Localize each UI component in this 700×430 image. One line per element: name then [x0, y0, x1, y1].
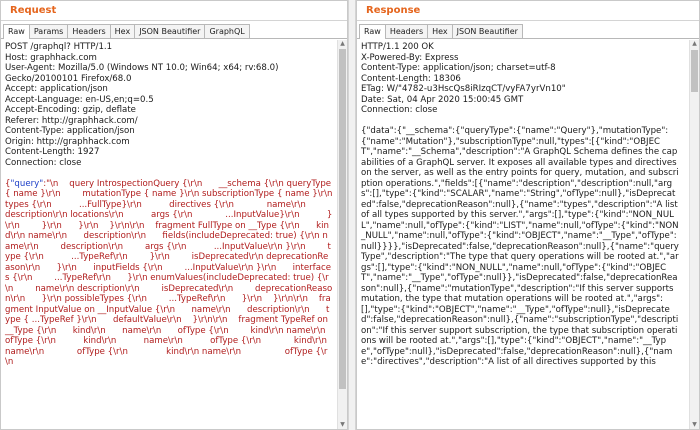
panel-splitter[interactable] [348, 0, 356, 430]
header-content-type: Content-Type: application/json [5, 126, 135, 136]
header-host: Host: graphhack.com [5, 52, 97, 63]
response-body: {"data":{"__schema":{"queryType":{"name"… [361, 126, 681, 367]
tab-params[interactable]: Params [28, 24, 69, 38]
header-referer: Referer: http://graphhack.com/ [5, 115, 138, 126]
scroll-up-icon[interactable]: ▲ [690, 40, 699, 48]
scroll-up-icon[interactable]: ▲ [338, 40, 347, 48]
header-connection: Connection: close [5, 157, 82, 168]
request-panel: Request Raw Params Headers Hex JSON Beau… [0, 0, 348, 430]
response-tabs: Raw Headers Hex JSON Beautifier [357, 21, 699, 39]
request-body: {"query":"\n query IntrospectionQuery {\… [5, 179, 333, 368]
response-panel: Response Raw Headers Hex JSON Beautifier… [356, 0, 700, 430]
header-content-length: Content-Length: 1927 [5, 147, 100, 157]
header-content-type: Content-Type: application/json; charset=… [361, 63, 556, 73]
request-scroll-thumb[interactable] [339, 49, 346, 389]
scroll-down-icon[interactable]: ▼ [338, 421, 347, 429]
header-etag: ETag: W/"4782-u3HscQs8iRIzqCT/vyFA7yrVn1… [361, 84, 566, 94]
request-title: Request [1, 1, 347, 21]
header-accept-language: Accept-Language: en-US,en;q=0.5 [5, 94, 154, 105]
tab-raw[interactable]: Raw [359, 24, 386, 39]
tab-graphql[interactable]: GraphQL [204, 24, 250, 38]
tab-json-beautifier[interactable]: JSON Beautifier [134, 24, 206, 38]
header-origin: Origin: http://graphhack.com [5, 136, 130, 147]
status-line: HTTP/1.1 200 OK [361, 42, 434, 52]
tab-headers[interactable]: Headers [384, 24, 429, 38]
response-viewer[interactable]: HTTP/1.1 200 OK X-Powered-By: Express Co… [357, 40, 689, 429]
header-accept-encoding: Accept-Encoding: gzip, deflate [5, 105, 136, 115]
request-tabs: Raw Params Headers Hex JSON Beautifier G… [1, 21, 347, 39]
tab-hex[interactable]: Hex [109, 24, 136, 38]
header-user-agent-cont: Gecko/20100101 Firefox/68.0 [5, 73, 132, 84]
request-line: POST /graphql? HTTP/1.1 [5, 42, 113, 52]
tab-raw[interactable]: Raw [3, 24, 30, 39]
scroll-down-icon[interactable]: ▼ [690, 421, 699, 429]
tab-headers[interactable]: Headers [67, 24, 111, 38]
response-title: Response [357, 1, 699, 21]
tab-json-beautifier[interactable]: JSON Beautifier [451, 24, 523, 38]
header-content-length: Content-Length: 18306 [361, 73, 461, 84]
body-query-key: "query" [10, 178, 44, 189]
response-scroll-thumb[interactable] [691, 50, 698, 92]
header-accept: Accept: application/json [5, 84, 108, 94]
request-scrollbar[interactable]: ▲ ▼ [337, 40, 347, 429]
tab-hex[interactable]: Hex [427, 24, 453, 38]
body-query-value: :"\n query IntrospectionQuery {\r\n __sc… [5, 178, 333, 368]
header-x-powered-by: X-Powered-By: Express [361, 52, 459, 63]
response-scrollbar[interactable]: ▲ ▼ [689, 40, 699, 429]
header-connection: Connection: close [361, 105, 438, 115]
header-date: Date: Sat, 04 Apr 2020 15:00:45 GMT [361, 94, 524, 105]
request-editor[interactable]: POST /graphql? HTTP/1.1 Host: graphhack.… [1, 40, 337, 429]
header-user-agent: User-Agent: Mozilla/5.0 (Windows NT 10.0… [5, 63, 279, 73]
